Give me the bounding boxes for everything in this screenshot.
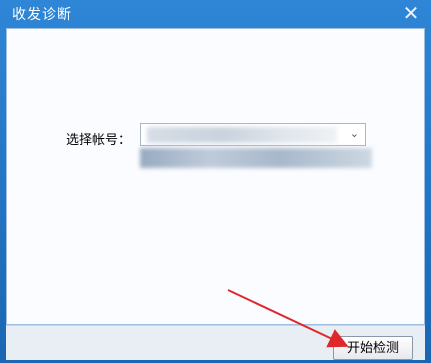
account-select-value: [147, 127, 337, 143]
start-check-button[interactable]: 开始检测: [333, 336, 413, 360]
account-select[interactable]: ⌄: [140, 123, 366, 146]
close-icon[interactable]: ✕: [401, 2, 421, 24]
dialog-window: 收发诊断 ✕ 选择帐号： ⌄ 开始检测: [0, 0, 431, 363]
chevron-down-icon[interactable]: ⌄: [350, 127, 359, 140]
window-title: 收发诊断: [12, 7, 72, 23]
account-label: 选择帐号：: [66, 133, 132, 148]
redacted-account-list: [140, 148, 372, 168]
dialog-content: [6, 28, 425, 325]
titlebar: 收发诊断 ✕: [0, 0, 431, 28]
